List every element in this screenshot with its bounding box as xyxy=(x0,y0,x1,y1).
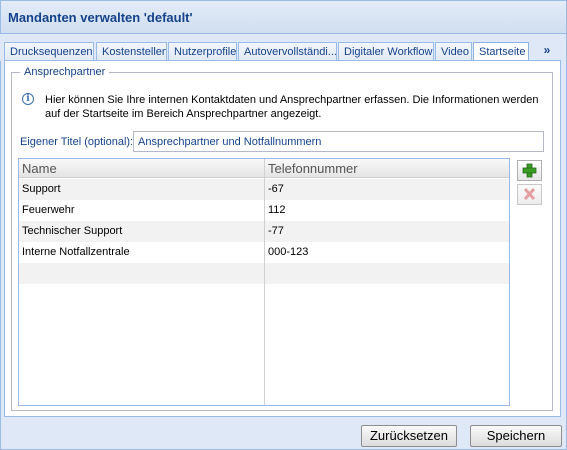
cell-name[interactable]: Technischer Support xyxy=(19,221,264,242)
plus-icon xyxy=(522,163,537,178)
cell-phone[interactable]: 112 xyxy=(265,200,509,221)
fieldset-legend: Ansprechpartner xyxy=(20,66,110,78)
tab-video[interactable]: Video xyxy=(435,42,472,61)
dialog-title[interactable]: Mandanten verwalten 'default' xyxy=(1,1,566,34)
delete-contact-button[interactable] xyxy=(517,184,542,205)
cell-phone[interactable]: -67 xyxy=(265,179,509,200)
save-button[interactable]: Speichern xyxy=(470,425,562,447)
info-icon: i xyxy=(22,93,34,105)
tab-drucksequenzen[interactable]: Drucksequenzen xyxy=(4,42,94,61)
reset-button[interactable]: Zurücksetzen xyxy=(361,425,457,447)
delete-x-icon xyxy=(523,187,536,201)
column-header-name[interactable]: Name xyxy=(19,159,264,178)
custom-title-input[interactable] xyxy=(133,131,544,152)
cell-phone[interactable] xyxy=(265,263,509,284)
custom-title-label: Eigener Titel (optional): xyxy=(20,136,134,148)
info-text: Hier können Sie Ihre internen Kontaktdat… xyxy=(45,94,539,120)
column-divider xyxy=(264,159,265,405)
cell-name[interactable]: Feuerwehr xyxy=(19,200,264,221)
add-contact-button[interactable] xyxy=(517,160,542,181)
column-header-telefonnummer[interactable]: Telefonnummer xyxy=(265,159,509,178)
cell-name[interactable]: Interne Notfallzentrale xyxy=(19,242,264,263)
cell-name[interactable]: Support xyxy=(19,179,264,200)
cell-phone[interactable]: -77 xyxy=(265,221,509,242)
contacts-grid: Name Telefonnummer Support -67 Feuerwehr… xyxy=(18,158,510,406)
tab-kostenstellen[interactable]: Kostenstellen xyxy=(96,42,167,61)
tab-nutzerprofile[interactable]: Nutzerprofile xyxy=(168,42,237,61)
cell-phone[interactable]: 000-123 xyxy=(265,242,509,263)
cell-name[interactable] xyxy=(19,263,264,284)
tab-autovervollstaendigung[interactable]: Autovervollständi... xyxy=(238,42,337,61)
tab-scroll-right-icon[interactable]: » xyxy=(538,42,556,60)
tab-startseite[interactable]: Startseite xyxy=(473,42,529,62)
tab-digitaler-workflow[interactable]: Digitaler Workflow xyxy=(338,42,434,61)
